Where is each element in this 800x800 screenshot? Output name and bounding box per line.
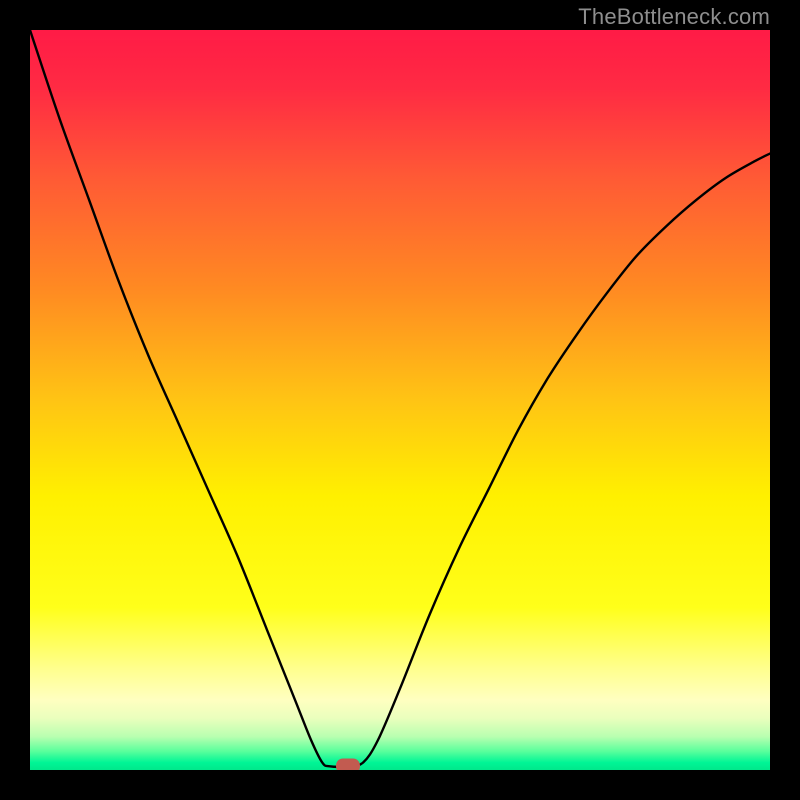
chart-frame: TheBottleneck.com: [0, 0, 800, 800]
optimum-marker: [336, 759, 360, 770]
plot-area: [30, 30, 770, 770]
watermark-text: TheBottleneck.com: [578, 4, 770, 30]
bottleneck-curve: [30, 30, 770, 770]
